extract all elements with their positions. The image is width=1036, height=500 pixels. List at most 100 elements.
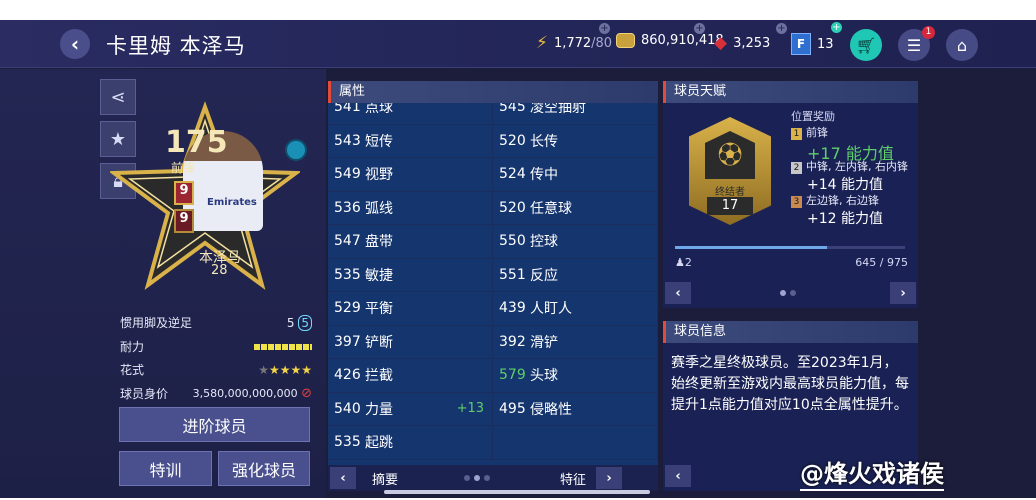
player-card[interactable]: Emirates 175 前锋 9 9 本泽马 28	[110, 101, 315, 329]
attribute-cell[interactable]: 495 侵略性	[493, 392, 658, 426]
attribute-name: 侵略性	[530, 401, 572, 418]
attribute-value: 579	[499, 367, 526, 384]
attribute-cell[interactable]: 549 视野	[328, 158, 493, 192]
weak-foot-left: 5	[286, 315, 295, 330]
skill-row: 花式 ★★★★★	[120, 361, 312, 378]
rank-badge: 9	[174, 181, 194, 205]
attribute-cell[interactable]: 439 人盯人	[493, 292, 658, 326]
attribute-row: 549 视野 524 传中	[328, 158, 658, 192]
attribute-cell[interactable]: 520 长传	[493, 124, 658, 158]
attribute-cell[interactable]: 524 传中	[493, 158, 658, 192]
add-energy-button[interactable]: +	[599, 23, 610, 34]
add-coins-button[interactable]: +	[694, 23, 705, 34]
attribute-name: 传中	[530, 167, 558, 184]
attribute-cell[interactable]: 551 反应	[493, 258, 658, 292]
page-dots	[464, 475, 491, 481]
attribute-value: 549	[334, 166, 361, 183]
attribute-value: 541	[334, 103, 361, 116]
attribute-cell[interactable]: 545 凌空抽射	[493, 103, 658, 125]
gem-counter[interactable]: ◆ 3,253	[714, 33, 770, 53]
attribute-cell[interactable]: 541 点球	[328, 103, 493, 125]
attribute-value: 495	[499, 400, 526, 417]
add-gems-button[interactable]: +	[776, 23, 787, 34]
enhance-player-button[interactable]: 强化球员	[218, 451, 310, 486]
skill-stars: ★★★★	[268, 362, 312, 377]
attribute-bonus: +13	[456, 401, 484, 417]
coin-counter[interactable]: 860,910,418	[616, 33, 724, 48]
attribute-cell[interactable]: 579 头球	[493, 359, 658, 393]
attribute-cell[interactable]: 392 滑铲	[493, 325, 658, 359]
home-icon: ⌂	[956, 35, 968, 55]
info-prev-button[interactable]: ‹	[665, 465, 691, 487]
attributes-traits-tab[interactable]: 特征	[560, 469, 586, 488]
player-value: 3,580,000,000,000	[192, 387, 298, 400]
attribute-value: 392	[499, 333, 526, 350]
f-token-counter[interactable]: F 13	[791, 33, 834, 55]
bonus-positions: 中锋, 左内锋, 右内锋	[806, 160, 908, 173]
talent-badge-level: 17	[707, 197, 753, 215]
training-button[interactable]: 特训	[119, 451, 212, 486]
talent-prev-button[interactable]: ‹	[665, 282, 691, 304]
card-player-number: 28	[211, 263, 228, 278]
skill-stars-wrap: ★★★★★	[258, 363, 312, 377]
back-button[interactable]: ‹	[60, 29, 90, 59]
attribute-cell[interactable]: 426 拦截	[328, 359, 493, 393]
stamina-row: 耐力	[120, 338, 312, 355]
attribute-cell[interactable]: 535 起跳	[328, 426, 493, 460]
attribute-cell[interactable]: 397 铲断	[328, 325, 493, 359]
bonus-rank: 3	[791, 196, 802, 208]
coin-icon	[616, 33, 635, 48]
player-rating: 175	[165, 125, 228, 160]
attribute-value: 547	[334, 233, 361, 250]
weak-foot-label: 惯用脚及逆足	[120, 316, 193, 330]
attribute-name: 敏捷	[365, 267, 393, 284]
attribute-name: 起跳	[365, 435, 393, 452]
talent-next-button[interactable]: ›	[890, 282, 916, 304]
attribute-value: 529	[334, 300, 361, 317]
attribute-cell[interactable]: 543 短传	[328, 124, 493, 158]
value-label: 球员身价	[120, 387, 169, 401]
add-f-token-button[interactable]: +	[831, 22, 842, 33]
talent-panel: 球员天赋 ⚽︎ 终结者 17 位置奖励 1 前锋 +17 能力值 2 中锋, 左内锋, …	[663, 81, 918, 308]
chevron-left-icon: ‹	[70, 32, 80, 56]
talent-count: ♟2	[675, 256, 692, 269]
attribute-row: 536 弧线 520 任意球	[328, 191, 658, 225]
home-button[interactable]: ⌂	[946, 29, 978, 61]
gem-icon: ◆	[714, 33, 728, 53]
attribute-cell[interactable]	[493, 426, 658, 460]
attribute-name: 滑铲	[530, 334, 558, 351]
lightning-icon: ⚡	[536, 33, 548, 53]
attribute-name: 平衡	[365, 301, 393, 318]
attribute-cell[interactable]: 547 盘带	[328, 225, 493, 259]
top-bar: ‹ 卡里姆 本泽马 ⚡ 1,772/80 + 860,910,418 + ◆ 3…	[0, 20, 1036, 68]
energy-counter[interactable]: ⚡ 1,772/80	[536, 33, 612, 53]
attributes-prev-button[interactable]: ‹	[330, 467, 356, 489]
attributes-next-button[interactable]: ›	[596, 467, 623, 489]
page-dot	[464, 475, 471, 481]
attribute-name: 力量	[365, 401, 393, 418]
chevron-left-icon: ‹	[675, 468, 681, 484]
talent-badge[interactable]: ⚽︎ 终结者 17	[689, 117, 771, 225]
bonus-positions: 前锋	[806, 126, 828, 139]
checklist-icon: ☰	[906, 35, 922, 55]
watermark: @烽火戏诸侯	[800, 454, 944, 491]
attribute-cell[interactable]: 536 弧线	[328, 191, 493, 225]
chevron-right-icon: ›	[900, 285, 906, 301]
attribute-cell[interactable]: 520 任意球	[493, 191, 658, 225]
person-icon: ♟	[675, 256, 685, 269]
attributes-pager: ‹ 摘要 特征 ›	[328, 465, 658, 491]
attribute-cell[interactable]: 550 控球	[493, 225, 658, 259]
star-icon: ★	[258, 362, 269, 377]
attribute-value: 545	[499, 103, 526, 116]
attribute-cell[interactable]: 540 力量 +13	[328, 392, 493, 426]
advance-player-button[interactable]: 进阶球员	[119, 407, 310, 442]
attributes-grid[interactable]: 541 点球 545 凌空抽射 543 短传 520 长传 549 视野 524 传中 536 弧线 520…	[328, 103, 658, 467]
attribute-cell[interactable]: 535 敏捷	[328, 258, 493, 292]
attribute-value: 543	[334, 132, 361, 149]
attribute-value: 536	[334, 199, 361, 216]
shop-button[interactable]: 🛒︎	[850, 29, 882, 61]
attribute-cell[interactable]: 529 平衡	[328, 292, 493, 326]
value-row: 球员身价 3,580,000,000,000 ⊘	[120, 385, 312, 402]
attributes-summary-tab[interactable]: 摘要	[372, 469, 398, 488]
bonus-rank: 1	[791, 128, 802, 140]
